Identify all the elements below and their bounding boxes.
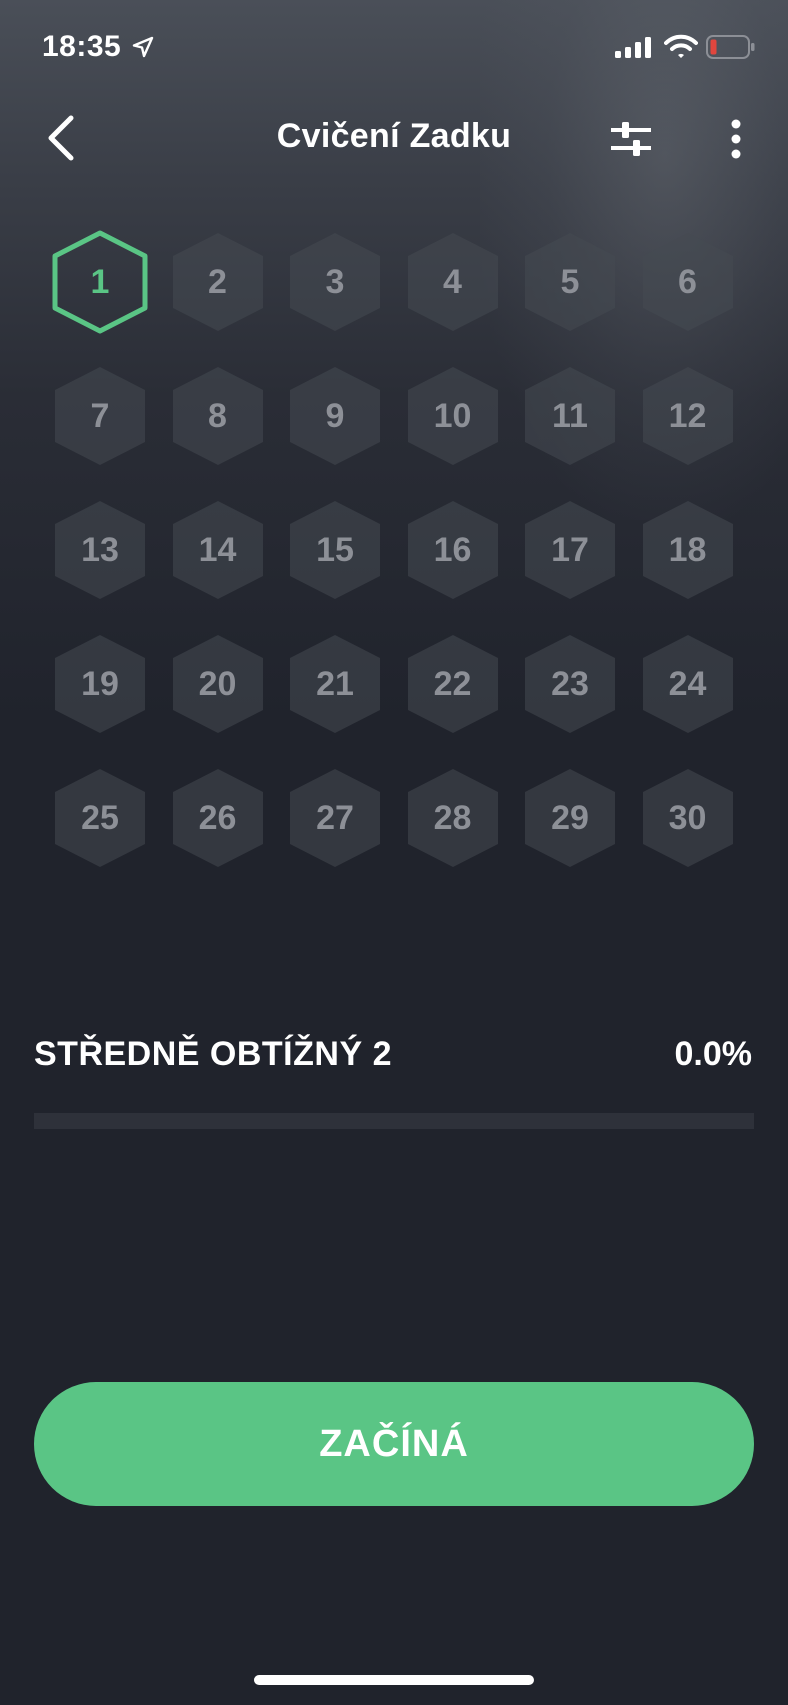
day-number: 11	[552, 396, 588, 435]
more-vertical-icon	[730, 119, 742, 164]
day-grid: 1 2 3 4 5 6 7 8 9 10 11 12 13 14 15 16 17 18 19 20 21 22 23 24 2…	[52, 230, 742, 870]
day-number: 6	[678, 262, 697, 301]
day-number: 5	[560, 262, 580, 301]
day-number: 9	[325, 396, 345, 435]
wifi-icon	[664, 34, 698, 65]
day-cell-8[interactable]: 8	[170, 364, 266, 468]
day-number: 15	[316, 530, 354, 569]
day-number: 22	[433, 664, 472, 703]
filter-button[interactable]	[606, 116, 656, 166]
day-number: 21	[316, 664, 354, 703]
day-cell-12[interactable]: 12	[640, 364, 736, 468]
day-cell-13[interactable]: 13	[52, 498, 148, 602]
day-number: 18	[668, 530, 707, 569]
day-cell-11[interactable]: 11	[522, 364, 618, 468]
home-indicator	[254, 1675, 534, 1685]
day-cell-5[interactable]: 5	[522, 230, 618, 334]
day-cell-17[interactable]: 17	[522, 498, 618, 602]
day-cell-3[interactable]: 3	[287, 230, 383, 334]
status-time: 18:35	[42, 30, 122, 63]
day-cell-1[interactable]: 1	[52, 230, 148, 334]
progress-bar	[34, 1113, 754, 1129]
day-number: 30	[668, 798, 707, 837]
day-number: 24	[668, 664, 707, 703]
day-cell-26[interactable]: 26	[170, 766, 266, 870]
start-button[interactable]: ZAČÍNÁ	[34, 1382, 754, 1506]
day-number: 28	[433, 798, 472, 837]
cellular-signal-icon	[615, 36, 655, 63]
day-cell-16[interactable]: 16	[405, 498, 501, 602]
day-cell-7[interactable]: 7	[52, 364, 148, 468]
day-cell-24[interactable]: 24	[640, 632, 736, 736]
day-number: 3	[325, 262, 345, 301]
day-cell-14[interactable]: 14	[170, 498, 266, 602]
day-number: 23	[551, 664, 589, 703]
day-number: 2	[208, 262, 227, 301]
day-cell-6[interactable]: 6	[640, 230, 736, 334]
day-cell-10[interactable]: 10	[405, 364, 501, 468]
day-number: 29	[551, 798, 589, 837]
day-number: 1	[90, 262, 110, 301]
day-number: 17	[551, 530, 589, 569]
day-cell-4[interactable]: 4	[405, 230, 501, 334]
day-cell-22[interactable]: 22	[405, 632, 501, 736]
chevron-left-icon	[45, 115, 75, 166]
day-cell-15[interactable]: 15	[287, 498, 383, 602]
day-cell-20[interactable]: 20	[170, 632, 266, 736]
day-cell-28[interactable]: 28	[405, 766, 501, 870]
day-number: 8	[208, 396, 227, 435]
day-number: 12	[668, 396, 707, 435]
more-options-button[interactable]	[718, 116, 754, 166]
day-cell-27[interactable]: 27	[287, 766, 383, 870]
day-number: 25	[81, 798, 119, 837]
progress-percent: 0.0%	[674, 1035, 753, 1073]
back-button[interactable]	[38, 112, 82, 168]
day-number: 10	[433, 396, 472, 435]
day-cell-18[interactable]: 18	[640, 498, 736, 602]
day-number: 13	[81, 530, 119, 569]
day-number: 26	[198, 798, 237, 837]
level-label: STŘEDNĚ OBTÍŽNÝ 2	[34, 1035, 392, 1073]
day-cell-23[interactable]: 23	[522, 632, 618, 736]
location-arrow-icon	[132, 36, 154, 58]
day-cell-2[interactable]: 2	[170, 230, 266, 334]
status-bar: 18:35	[0, 0, 788, 96]
day-cell-21[interactable]: 21	[287, 632, 383, 736]
battery-low-icon	[706, 35, 756, 64]
page-title: Cvičení Zadku	[276, 117, 512, 155]
day-cell-30[interactable]: 30	[640, 766, 736, 870]
day-number: 16	[433, 530, 472, 569]
day-cell-25[interactable]: 25	[52, 766, 148, 870]
sliders-icon	[609, 120, 653, 163]
day-number: 20	[198, 664, 237, 703]
day-number: 7	[90, 396, 110, 435]
day-cell-29[interactable]: 29	[522, 766, 618, 870]
day-cell-9[interactable]: 9	[287, 364, 383, 468]
day-cell-19[interactable]: 19	[52, 632, 148, 736]
day-number: 14	[198, 530, 237, 569]
day-number: 19	[81, 664, 119, 703]
day-number: 27	[316, 798, 354, 837]
day-number: 4	[443, 262, 462, 301]
